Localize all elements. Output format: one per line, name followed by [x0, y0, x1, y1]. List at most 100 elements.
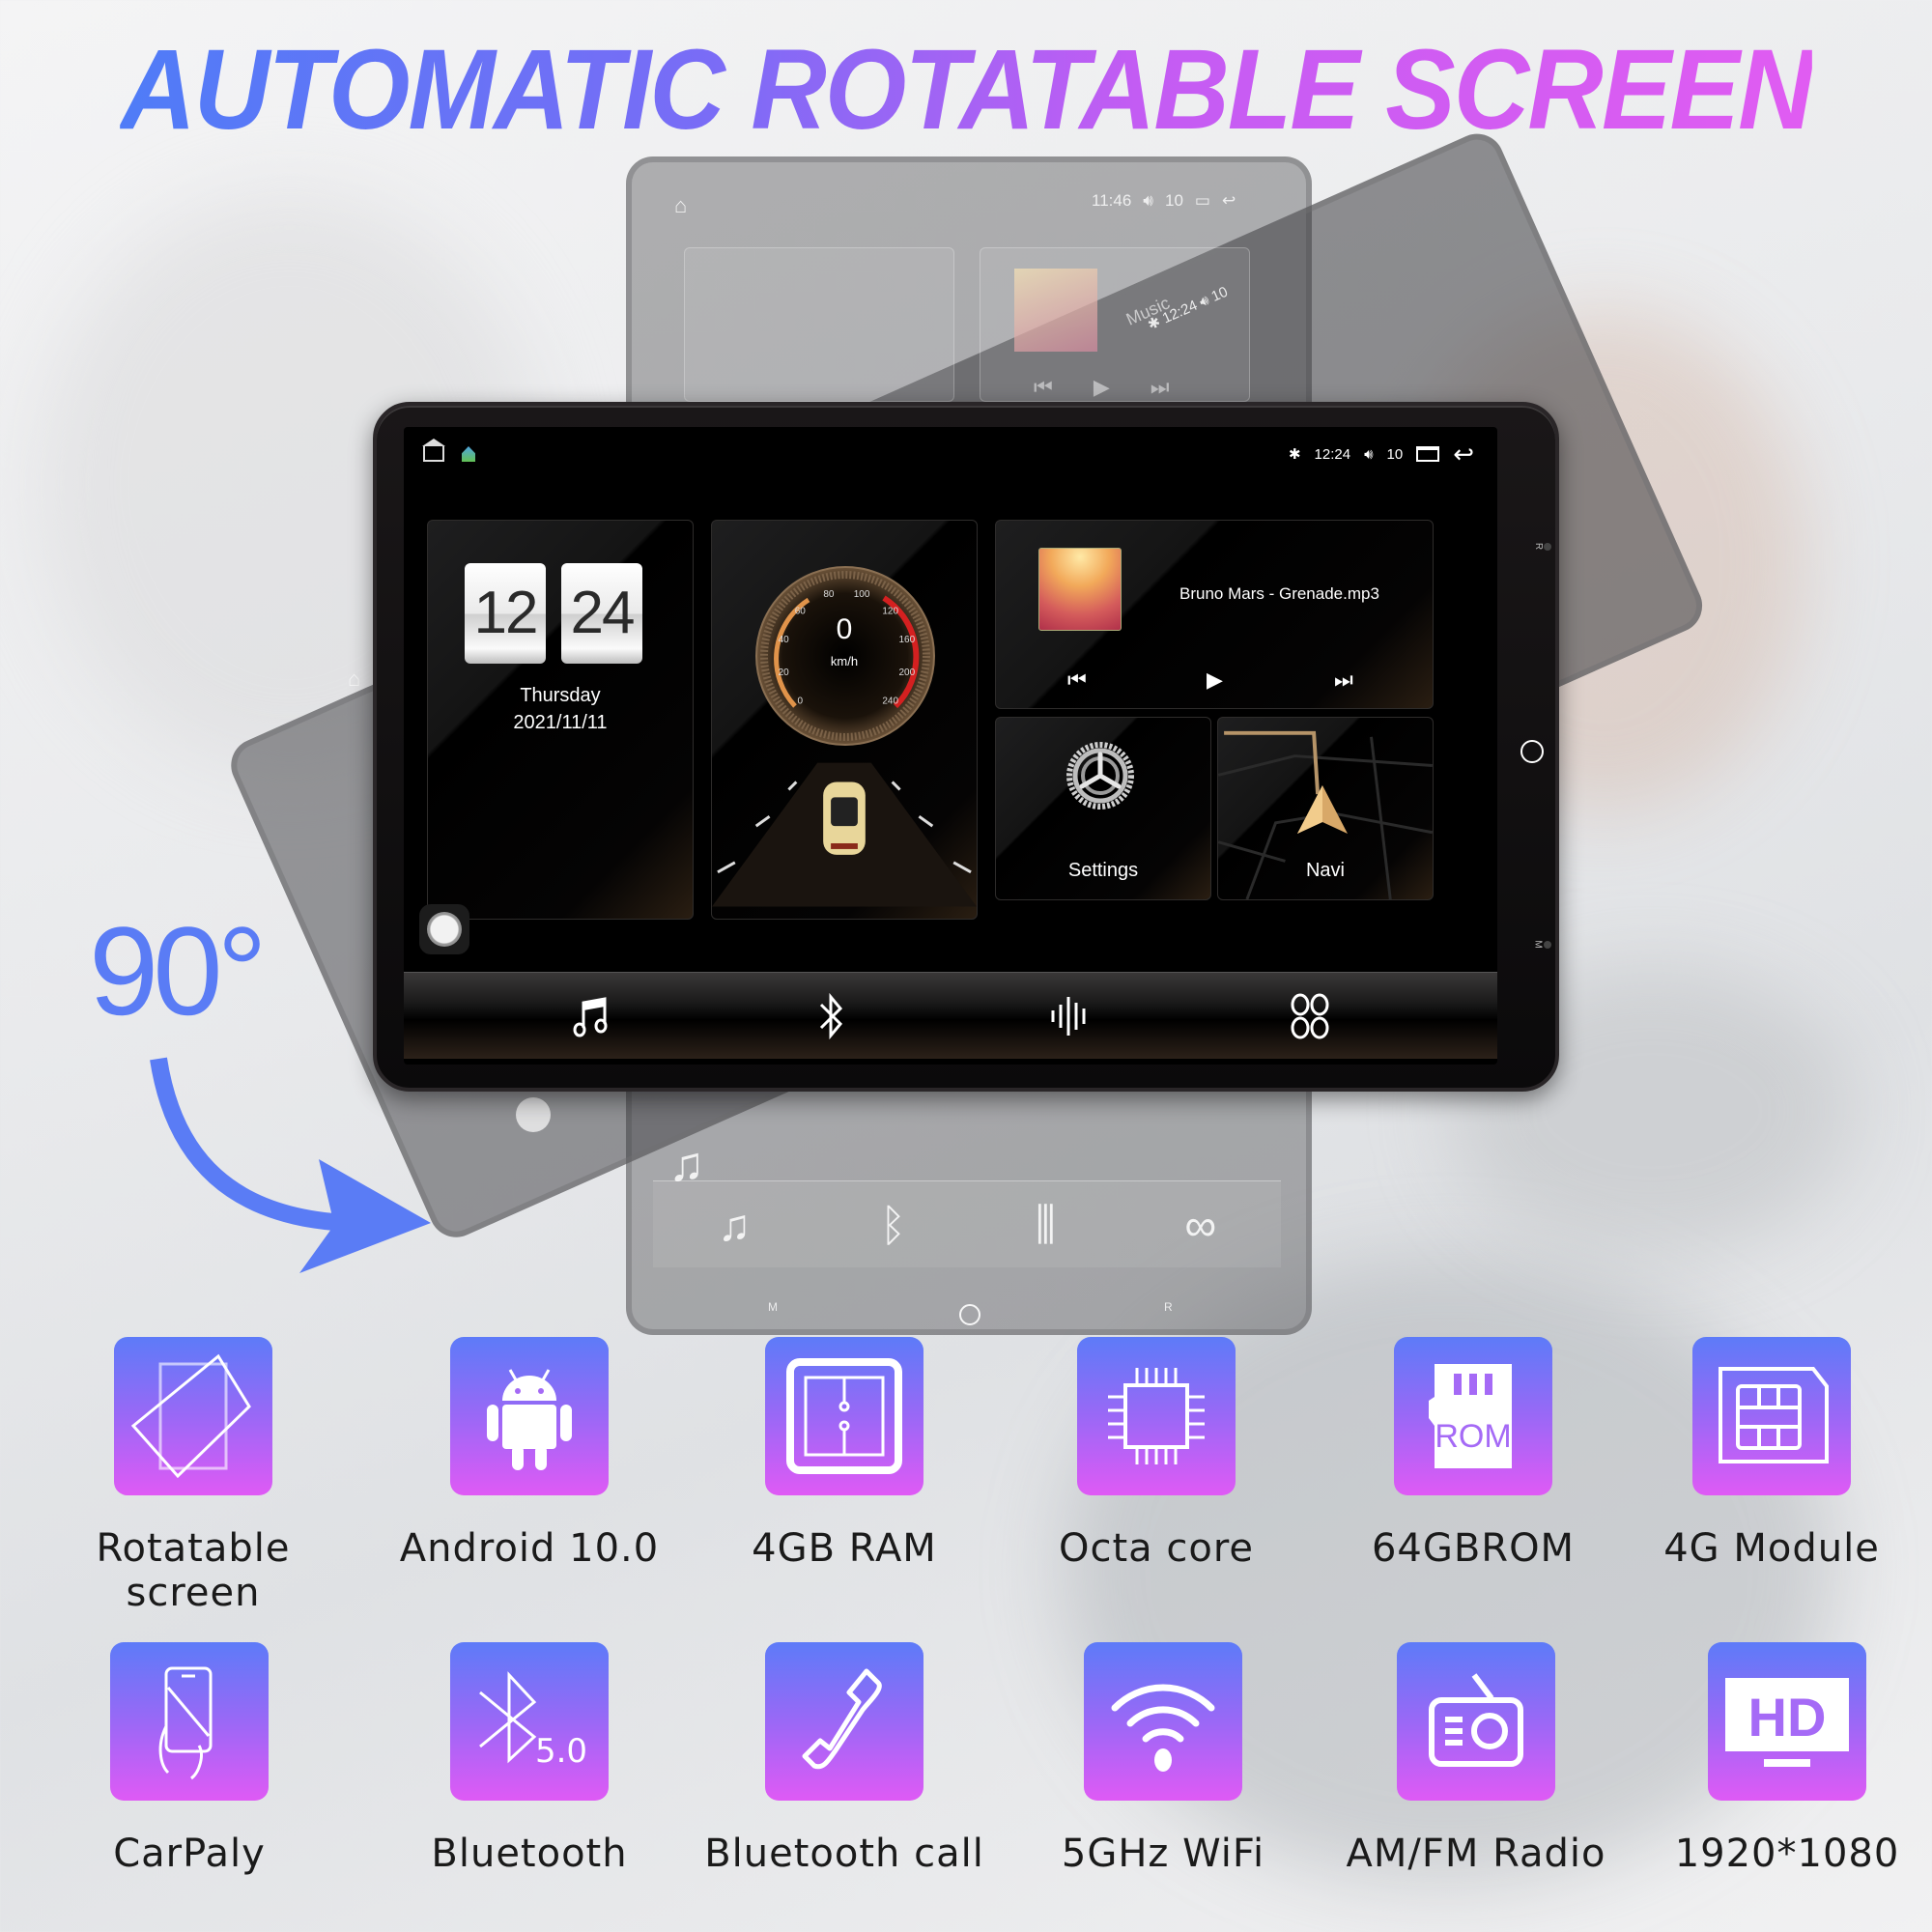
- side-button-r[interactable]: [1544, 543, 1551, 551]
- hardware-home-button[interactable]: [1520, 740, 1544, 763]
- play-button[interactable]: ▶: [1207, 668, 1223, 693]
- ghost-prev-icon: ⏮: [1034, 375, 1053, 399]
- home-icon[interactable]: [422, 439, 445, 462]
- navigation-arrow-icon: [1297, 785, 1348, 834]
- ghost-side-button-m: M: [768, 1300, 778, 1314]
- gauge-tick-label: 80: [823, 589, 835, 600]
- ghost-album-art: [1014, 269, 1097, 352]
- gauge-tick-label: 20: [779, 668, 790, 678]
- feature-label: 4GB RAM: [752, 1526, 937, 1571]
- feature-label: Bluetooth: [431, 1832, 628, 1876]
- hd-display-icon: HD: [1708, 1642, 1866, 1801]
- road-car-graphic: [712, 762, 977, 907]
- feature-label: Octa core: [1058, 1526, 1255, 1571]
- feature-label: AM/FM Radio: [1346, 1832, 1606, 1876]
- music-widget[interactable]: Bruno Mars - Grenade.mp3 ⏮ ▶ ⏭: [995, 520, 1434, 709]
- rotation-angle-label: 90°: [89, 900, 268, 1041]
- clock-date: 2021/11/11: [513, 712, 608, 733]
- android-icon: [450, 1337, 609, 1495]
- album-art: [1038, 548, 1122, 631]
- feature-item: 4GB RAM: [680, 1337, 1009, 1571]
- settings-app[interactable]: Settings: [995, 717, 1211, 900]
- assistive-touch-button[interactable]: [419, 904, 469, 954]
- feature-item: 5.0 Bluetooth: [365, 1642, 694, 1876]
- bluetooth-icon[interactable]: [802, 987, 860, 1045]
- back-icon[interactable]: ↩: [1453, 441, 1474, 467]
- clock-widget[interactable]: 12 24 Thursday 2021/11/11: [427, 520, 694, 920]
- music-icon[interactable]: [562, 987, 620, 1045]
- feature-label: Android 10.0: [399, 1526, 660, 1571]
- feature-item: Octa core: [992, 1337, 1321, 1571]
- ram-icon: [765, 1337, 923, 1495]
- next-track-button[interactable]: ⏭: [1334, 668, 1353, 693]
- app-icon[interactable]: [462, 446, 475, 462]
- recents-icon[interactable]: [1416, 446, 1440, 462]
- ghost-side-button-r: R: [1164, 1300, 1173, 1314]
- feature-label: Bluetooth call: [704, 1832, 984, 1876]
- status-time: 12:24: [1314, 445, 1351, 463]
- gauge-tick-label: 200: [898, 668, 915, 678]
- status-volume: 10: [1386, 445, 1404, 463]
- navi-label: Navi: [1305, 860, 1345, 881]
- phone-hand-icon: [110, 1642, 269, 1801]
- feature-label: 5GHz WiFi: [1061, 1832, 1265, 1876]
- feature-item: 4G Module: [1607, 1337, 1932, 1571]
- gauge-tick-label: 240: [882, 696, 898, 707]
- ghost-left-home-icon: ⌂: [348, 667, 361, 691]
- settings-label: Settings: [1067, 860, 1139, 881]
- equalizer-icon[interactable]: [1041, 987, 1099, 1045]
- ghost-volume-icon: 🔊︎: [1143, 191, 1153, 210]
- feature-item: HD 1920*1080: [1623, 1642, 1932, 1876]
- rom-icon-text: ROM: [1435, 1418, 1511, 1455]
- gear-icon: [1066, 742, 1134, 810]
- rotate-screen-icon: [114, 1337, 272, 1495]
- gauge-tick-label: 0: [798, 696, 804, 707]
- feature-item: CarPaly: [25, 1642, 354, 1876]
- ghost-status-bar: 11:46 🔊︎ 10 ▭ ↩: [1092, 191, 1236, 211]
- feature-label: 64GBROM: [1371, 1526, 1576, 1571]
- side-button-m[interactable]: [1544, 941, 1551, 949]
- apps-icon[interactable]: [1281, 987, 1339, 1045]
- ghost-status-time: 11:46: [1092, 191, 1132, 210]
- feature-item: 5GHz WiFi: [999, 1642, 1327, 1876]
- clock-day: Thursday: [520, 685, 601, 706]
- clock-minute: 24: [561, 563, 642, 664]
- speed-value: 0: [836, 613, 853, 645]
- speed-unit: km/h: [830, 654, 859, 668]
- ghost-tile-navi: [684, 247, 954, 402]
- feature-item: ROM 64GBROM: [1309, 1337, 1637, 1571]
- headline: AUTOMATIC ROTATABLE SCREEN: [120, 26, 1813, 154]
- feature-item: AM/FM Radio: [1312, 1642, 1640, 1876]
- car-icon: [823, 781, 866, 855]
- ghost-assist-button: [516, 1097, 551, 1132]
- previous-track-button[interactable]: ⏮: [1067, 668, 1087, 693]
- speedometer-widget[interactable]: 0 20 40 60 80 100 120 160 200 240 0 km/h: [711, 520, 978, 920]
- ghost-status-volume: 10: [1165, 191, 1183, 210]
- phone-call-icon: [765, 1642, 923, 1801]
- ghost-dock: ♫ ᛒ ⫼ ∞: [653, 1180, 1281, 1267]
- feature-item: Rotatable screen: [29, 1337, 357, 1615]
- clock-hour: 12: [465, 563, 546, 664]
- cpu-icon: [1077, 1337, 1236, 1495]
- bottom-dock: [404, 972, 1497, 1059]
- side-button-r-label: R: [1532, 542, 1544, 551]
- ghost-back-icon: ↩: [1221, 191, 1236, 210]
- radio-icon: [1397, 1642, 1555, 1801]
- ghost-next-icon: ⏭: [1150, 375, 1170, 399]
- device-screen: ✱ 12:24 🔊︎ 10 ↩ 12 24 Thursday 2021/11/1…: [404, 427, 1497, 1065]
- gauge-tick-label: 100: [854, 589, 870, 600]
- wifi-icon: [1084, 1642, 1242, 1801]
- status-bar: ✱ 12:24 🔊︎ 10 ↩: [404, 427, 1497, 481]
- rotation-arrow-icon: [150, 1057, 431, 1273]
- feature-label: Rotatable screen: [96, 1526, 291, 1615]
- ghost-recents-icon: ▭: [1194, 191, 1210, 210]
- ghost-music-controls: ⏮ ▶ ⏭: [1034, 375, 1170, 400]
- navi-app[interactable]: Navi: [1217, 717, 1434, 900]
- feature-item: Bluetooth call: [680, 1642, 1009, 1876]
- volume-icon: 🔊︎: [1364, 445, 1374, 463]
- side-button-m-label: M: [1532, 940, 1544, 949]
- bluetooth-version-text: 5.0: [535, 1732, 587, 1771]
- feature-label: 4G Module: [1663, 1526, 1880, 1571]
- bluetooth-icon: 5.0: [450, 1642, 609, 1801]
- ghost-home-icon: ⌂: [674, 193, 688, 217]
